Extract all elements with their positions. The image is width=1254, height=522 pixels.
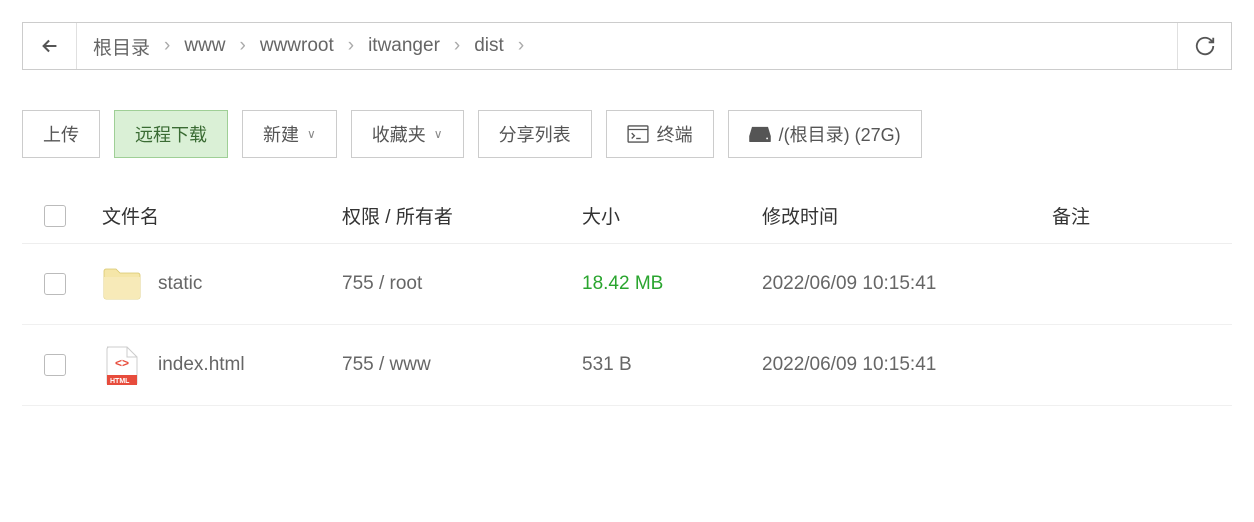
new-dropdown[interactable]: 新建 ∨ bbox=[242, 110, 337, 158]
upload-label: 上传 bbox=[43, 121, 79, 147]
toolbar: 上传 远程下载 新建 ∨ 收藏夹 ∨ 分享列表 终端 /(根目录) (27G) bbox=[22, 110, 1232, 158]
terminal-label: 终端 bbox=[657, 121, 693, 147]
row-checkbox[interactable] bbox=[44, 273, 66, 295]
col-header-note[interactable]: 备注 bbox=[1052, 202, 1232, 229]
remote-download-button[interactable]: 远程下载 bbox=[114, 110, 228, 158]
col-header-mtime[interactable]: 修改时间 bbox=[762, 202, 1052, 229]
share-list-button[interactable]: 分享列表 bbox=[478, 110, 592, 158]
chevron-right-icon: › bbox=[160, 35, 174, 57]
chevron-right-icon: › bbox=[344, 35, 358, 57]
svg-text:<>: <> bbox=[115, 356, 129, 370]
upload-button[interactable]: 上传 bbox=[22, 110, 100, 158]
arrow-left-icon bbox=[39, 35, 61, 57]
file-mtime: 2022/06/09 10:15:41 bbox=[762, 354, 1052, 376]
back-button[interactable] bbox=[23, 23, 77, 69]
refresh-icon bbox=[1194, 35, 1216, 57]
chevron-right-icon: › bbox=[236, 35, 250, 57]
file-name[interactable]: static bbox=[158, 273, 202, 295]
file-size: 18.42 MB bbox=[582, 273, 762, 295]
row-checkbox[interactable] bbox=[44, 354, 66, 376]
disk-label: /(根目录) (27G) bbox=[779, 121, 901, 147]
new-label: 新建 bbox=[263, 121, 299, 147]
breadcrumb-bar: 根目录›www›wwwroot›itwanger›dist› bbox=[22, 22, 1232, 70]
col-header-perm[interactable]: 权限 / 所有者 bbox=[342, 202, 582, 229]
refresh-button[interactable] bbox=[1177, 23, 1231, 69]
file-perm: 755 / www bbox=[342, 354, 582, 376]
chevron-right-icon: › bbox=[514, 35, 528, 57]
share-list-label: 分享列表 bbox=[499, 121, 571, 147]
html-file-icon: <> HTML bbox=[102, 345, 142, 385]
terminal-button[interactable]: 终端 bbox=[606, 110, 714, 158]
disk-button[interactable]: /(根目录) (27G) bbox=[728, 110, 922, 158]
remote-download-label: 远程下载 bbox=[135, 121, 207, 147]
breadcrumb-path: 根目录›www›wwwroot›itwanger›dist› bbox=[77, 23, 1177, 69]
terminal-icon bbox=[627, 125, 649, 143]
table-header-row: 文件名 权限 / 所有者 大小 修改时间 备注 bbox=[22, 188, 1232, 244]
table-row[interactable]: static 755 / root18.42 MB2022/06/09 10:15… bbox=[22, 244, 1232, 325]
breadcrumb-item[interactable]: itwanger bbox=[362, 35, 446, 57]
chevron-right-icon: › bbox=[450, 35, 464, 57]
chevron-down-icon: ∨ bbox=[307, 127, 316, 141]
breadcrumb-item[interactable]: wwwroot bbox=[254, 35, 340, 57]
table-row[interactable]: <> HTML index.html 755 / www531 B2022/06/09… bbox=[22, 325, 1232, 406]
col-header-size[interactable]: 大小 bbox=[582, 202, 762, 229]
breadcrumb-item[interactable]: 根目录 bbox=[87, 33, 156, 60]
breadcrumb-item[interactable]: www bbox=[178, 35, 231, 57]
file-table: 文件名 权限 / 所有者 大小 修改时间 备注 static 755 / root… bbox=[22, 188, 1232, 406]
disk-icon bbox=[749, 126, 771, 142]
select-all-checkbox[interactable] bbox=[44, 205, 66, 227]
col-header-filename[interactable]: 文件名 bbox=[102, 202, 342, 229]
file-perm: 755 / root bbox=[342, 273, 582, 295]
file-name[interactable]: index.html bbox=[158, 354, 245, 376]
favorites-dropdown[interactable]: 收藏夹 ∨ bbox=[351, 110, 464, 158]
folder-icon bbox=[102, 264, 142, 304]
file-size: 531 B bbox=[582, 354, 762, 376]
favorites-label: 收藏夹 bbox=[372, 121, 426, 147]
file-mtime: 2022/06/09 10:15:41 bbox=[762, 273, 1052, 295]
breadcrumb-item[interactable]: dist bbox=[468, 35, 510, 57]
svg-text:HTML: HTML bbox=[110, 378, 130, 385]
chevron-down-icon: ∨ bbox=[434, 127, 443, 141]
